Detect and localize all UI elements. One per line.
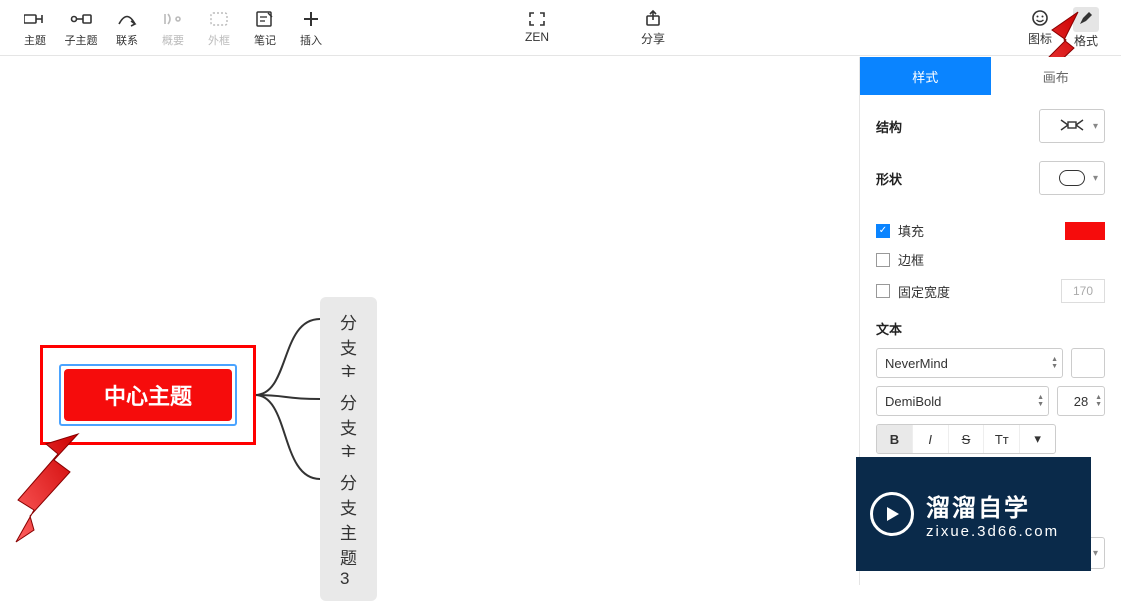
emoji-label: 图标	[1028, 30, 1052, 47]
chevron-down-icon: ▾	[1034, 431, 1041, 447]
font-family-row: NeverMind ▲▼	[876, 348, 1105, 378]
stepper-icon: ▲▼	[1037, 394, 1044, 408]
font-size-value: 28	[1074, 394, 1088, 409]
summary-icon	[162, 8, 184, 30]
chevron-down-icon: ▾	[1093, 548, 1098, 559]
bold-glyph: B	[890, 432, 899, 447]
topic-icon	[24, 8, 46, 30]
insert-button[interactable]: 插入	[288, 8, 334, 48]
fixed-width-row: 固定宽度	[876, 279, 1105, 303]
case-button[interactable]: Tт	[984, 425, 1020, 453]
fill-color-swatch[interactable]	[1065, 222, 1105, 240]
chevron-down-icon: ▾	[1093, 173, 1098, 184]
watermark-logo-icon	[870, 492, 914, 536]
relation-label: 联系	[116, 32, 138, 48]
format-label: 格式	[1074, 32, 1098, 49]
border-checkbox[interactable]	[876, 253, 890, 267]
font-size-select[interactable]: 28 ▲▼	[1057, 386, 1105, 416]
stepper-icon: ▲▼	[1051, 356, 1058, 370]
shape-preview-icon	[1059, 170, 1085, 186]
top-toolbar: 主题 子主题 联系 概要 外框	[0, 0, 1121, 56]
subtopic-icon	[70, 8, 92, 30]
relation-button[interactable]: 联系	[104, 8, 150, 48]
center-node-highlight: 中心主题	[40, 345, 256, 445]
boundary-button[interactable]: 外框	[196, 8, 242, 48]
italic-glyph: I	[928, 432, 932, 447]
branch-node-3[interactable]: 分支主题 3	[320, 457, 377, 601]
chevron-down-icon: ▾	[1093, 121, 1098, 132]
shape-row: 形状 ▾	[876, 161, 1105, 195]
center-node-selection: 中心主题	[59, 364, 237, 426]
fill-row: ✓ 填充	[876, 221, 1105, 240]
share-label: 分享	[641, 30, 665, 47]
topic-label: 主题	[24, 32, 46, 48]
format-button[interactable]: 格式	[1063, 7, 1109, 49]
fill-label: 填充	[898, 221, 924, 240]
tab-style[interactable]: 样式	[860, 57, 991, 95]
share-icon	[644, 9, 662, 30]
more-text-button[interactable]: ▾	[1020, 425, 1055, 453]
border-label: 边框	[898, 250, 924, 269]
connector-lines	[250, 307, 330, 487]
watermark-en: zixue.3d66.com	[926, 523, 1059, 540]
relation-icon	[116, 8, 138, 30]
smile-icon	[1031, 9, 1049, 30]
fixed-width-input[interactable]	[1061, 279, 1105, 303]
zen-label: ZEN	[525, 30, 549, 44]
plus-icon	[303, 8, 319, 30]
zen-icon	[528, 11, 546, 30]
emoji-button[interactable]: 图标	[1017, 7, 1063, 49]
fixed-width-label: 固定宽度	[898, 282, 950, 301]
fill-checkbox[interactable]: ✓	[876, 224, 890, 238]
subtopic-label: 子主题	[65, 32, 98, 48]
mindmap-canvas[interactable]: 中心主题 分支主题 1 分支主题 2 分支主题 3	[0, 57, 859, 585]
structure-select[interactable]: ▾	[1039, 109, 1105, 143]
text-color-swatch[interactable]	[1071, 348, 1105, 378]
stepper-icon: ▲▼	[1095, 394, 1102, 408]
toolbar-right-group: 图标 格式	[1017, 7, 1109, 49]
shape-label: 形状	[876, 169, 902, 188]
shape-select[interactable]: ▾	[1039, 161, 1105, 195]
note-label: 笔记	[254, 32, 276, 48]
boundary-icon	[208, 8, 230, 30]
structure-label: 结构	[876, 117, 902, 136]
panel-tabs: 样式 画布	[860, 57, 1121, 95]
font-family-select[interactable]: NeverMind ▲▼	[876, 348, 1063, 378]
italic-button[interactable]: I	[913, 425, 949, 453]
panel-body: 结构 ▾ 形状 ▾ ✓ 填充 边框	[860, 95, 1121, 454]
structure-row: 结构 ▾	[876, 109, 1105, 143]
bold-button[interactable]: B	[877, 425, 913, 453]
paintbrush-icon	[1073, 7, 1099, 32]
share-button[interactable]: 分享	[630, 9, 676, 47]
insert-label: 插入	[300, 32, 322, 48]
font-weight-row: DemiBold ▲▼ 28 ▲▼	[876, 386, 1105, 416]
toolbar-left-group: 主题 子主题 联系 概要 外框	[12, 8, 334, 48]
font-family-value: NeverMind	[885, 356, 948, 371]
watermark-cn: 溜溜自学	[926, 488, 1059, 523]
tab-canvas[interactable]: 画布	[991, 57, 1121, 95]
boundary-label: 外框	[208, 32, 230, 48]
fixed-width-checkbox[interactable]	[876, 284, 890, 298]
text-style-toolbar: B I S Tт ▾	[876, 424, 1056, 454]
structure-preview-icon	[1059, 117, 1085, 136]
note-button[interactable]: 笔记	[242, 8, 288, 48]
text-section-title: 文本	[876, 319, 1105, 338]
watermark: 溜溜自学 zixue.3d66.com	[856, 457, 1091, 571]
summary-label: 概要	[162, 32, 184, 48]
topic-button[interactable]: 主题	[12, 8, 58, 48]
subtopic-button[interactable]: 子主题	[58, 8, 104, 48]
font-weight-value: DemiBold	[885, 394, 941, 409]
strike-button[interactable]: S	[949, 425, 985, 453]
summary-button[interactable]: 概要	[150, 8, 196, 48]
font-weight-select[interactable]: DemiBold ▲▼	[876, 386, 1049, 416]
border-row: 边框	[876, 250, 1105, 269]
strike-glyph: S	[962, 432, 971, 447]
case-glyph: Tт	[995, 432, 1009, 447]
center-topic-node[interactable]: 中心主题	[64, 369, 232, 421]
zen-button[interactable]: ZEN	[514, 11, 560, 44]
note-icon	[255, 8, 275, 30]
